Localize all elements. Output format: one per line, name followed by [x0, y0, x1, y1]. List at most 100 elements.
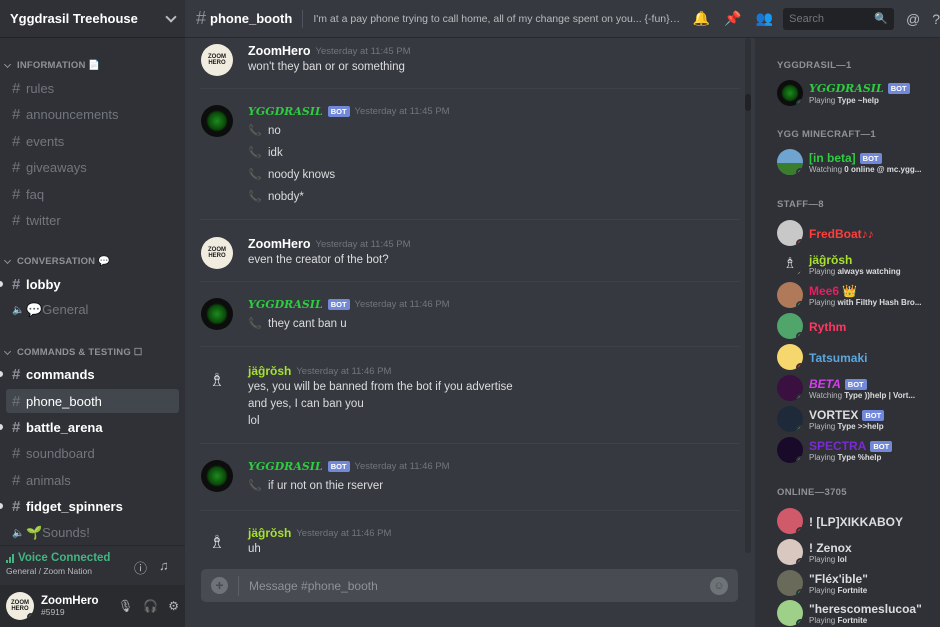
member-category: YGG MINECRAFT—1 [777, 129, 876, 140]
member-yggdrasil[interactable]: YGGDRASIL BOT Playing Type ~help [777, 80, 937, 108]
member-tatsumaki[interactable]: Tatsumaki [777, 344, 937, 372]
divider [302, 9, 304, 28]
member-xikkaboy[interactable]: ! [LP]XIKKABOY [777, 508, 937, 536]
member-activity: Playing Fortnite [809, 616, 868, 625]
avatar[interactable]: ♗ [201, 526, 233, 553]
mic-mute-icon[interactable]: 🎙 [118, 599, 133, 613]
info-icon[interactable]: ⓘ [134, 558, 147, 577]
member-rythm[interactable]: Rythm [777, 313, 937, 341]
avatar[interactable] [201, 460, 233, 492]
member-in-beta[interactable]: [in beta] BOT Watching 0 online @ mc.ygg.… [777, 149, 937, 177]
pin-icon[interactable]: 📌 [724, 10, 741, 27]
channel-events[interactable]: # events [6, 129, 179, 153]
member-herescomeslucoa[interactable]: "herescomeslucoa" Playing Fortnite [777, 600, 937, 627]
members-icon[interactable]: 👥 [756, 10, 773, 27]
member-zenox[interactable]: ! Zenox Playing lol [777, 539, 937, 567]
channel-fidget-spinners[interactable]: # fidget_spinners [0, 494, 179, 518]
avatar[interactable]: ZOOM HERO [6, 592, 34, 620]
message-author[interactable]: ZoomHero [248, 237, 311, 251]
scrollbar-thumb[interactable] [745, 94, 751, 111]
voice-channel-general[interactable]: 🔈 💬General [6, 298, 179, 322]
message-timestamp: Yesterday at 11:46 PM [354, 299, 450, 310]
channel-commands[interactable]: # commands [0, 362, 179, 386]
message-content: 📞 they cant ban u [248, 318, 347, 330]
hash-icon: # [12, 105, 21, 123]
chevron-down-icon [3, 60, 12, 69]
message-content: 📞 noody knows [248, 169, 336, 181]
channel-battle-arena[interactable]: # battle_arena [0, 415, 179, 439]
message-content: even the creator of the bot? [248, 254, 389, 266]
bot-badge: BOT [862, 409, 885, 421]
channel-animals[interactable]: # animals [6, 468, 179, 492]
avatar[interactable] [201, 105, 233, 137]
message-author[interactable]: ZoomHero [248, 44, 311, 58]
message-list: ZOOM HERO ZoomHero Yesterday at 11:45 PM w… [185, 38, 755, 553]
phone-icon: 📞 [248, 169, 262, 181]
message-input[interactable]: Message #phone_booth [249, 579, 710, 593]
channel-giveaways[interactable]: # giveaways [6, 155, 179, 179]
avatar[interactable] [201, 298, 233, 330]
avatar [777, 220, 803, 246]
member-spectra[interactable]: SPECTRA BOT Playing Type %help [777, 437, 937, 465]
channel-rules[interactable]: # rules [6, 76, 179, 100]
member-mee6[interactable]: Mee6 👑 Playing with Filthy Hash Bro... [777, 282, 937, 310]
scrollbar-track[interactable] [745, 38, 751, 553]
bot-badge: BOT [887, 83, 910, 94]
headphones-icon[interactable]: 🎧 [143, 599, 158, 613]
channel-lobby[interactable]: # lobby [0, 272, 179, 296]
channel-phone-booth[interactable]: # phone_booth [6, 389, 179, 413]
voice-channel-sounds[interactable]: 🔈 🌱Sounds! [6, 521, 179, 545]
message-timestamp: Yesterday at 11:46 PM [296, 365, 392, 377]
avatar [777, 539, 803, 565]
message-author[interactable]: YGGDRASIL [248, 460, 323, 473]
avatar [777, 313, 803, 339]
emoji-icon[interactable]: ☺ [710, 576, 728, 595]
status-online-indicator [796, 99, 803, 106]
at-icon[interactable]: @ [906, 11, 920, 27]
soundboard-icon[interactable]: ♫ [159, 558, 169, 573]
member-vortex[interactable]: VORTEX BOT Playing Type >>help [777, 406, 937, 434]
message-author[interactable]: YGGDRASIL [248, 105, 323, 118]
hash-icon: # [196, 8, 207, 28]
gear-icon[interactable]: ⚙ [168, 599, 179, 613]
message-author[interactable]: jäĝrŏsh [248, 526, 291, 540]
add-icon[interactable]: + [211, 577, 228, 594]
avatar[interactable]: ZOOM HERO [201, 44, 233, 76]
bell-icon[interactable]: 🔔 [693, 10, 710, 27]
phone-icon: 📞 [248, 147, 262, 159]
search-input[interactable]: Search 🔍 [783, 7, 894, 30]
member-beta[interactable]: BETA BOT Watching Type ))help | Vort... [777, 375, 937, 403]
message-content: 📞 no [248, 125, 281, 137]
hash-icon: # [12, 497, 21, 515]
channel-announcements[interactable]: # announcements [6, 102, 179, 126]
category-information[interactable]: INFORMATION 📄 [3, 60, 100, 71]
message-content: uh [248, 543, 261, 553]
message-author[interactable]: YGGDRASIL [248, 298, 323, 311]
avatar[interactable]: ZOOM HERO [201, 237, 233, 269]
message-content: 📞 idk [248, 147, 283, 159]
status-dnd-indicator [796, 239, 803, 246]
hash-icon: # [12, 418, 21, 436]
search-icon: 🔍 [874, 13, 888, 25]
member-flexible[interactable]: "Fléx'ible" Playing Fortnite [777, 570, 937, 598]
channel-faq[interactable]: # faq [6, 182, 179, 206]
member-jagrosh[interactable]: ♗ jäĝrŏsh Playing always watching [777, 251, 937, 279]
message-divider [200, 88, 740, 89]
phone-icon: 📞 [248, 480, 262, 492]
phone-icon: 📞 [248, 318, 262, 330]
channel-twitter[interactable]: # twitter [6, 208, 179, 232]
message-author[interactable]: jäĝrŏsh [248, 364, 291, 378]
category-commands-testing[interactable]: COMMANDS & TESTING ☐ [3, 347, 142, 358]
status-online-indicator [796, 332, 803, 339]
speaker-icon: 🔈 [12, 304, 25, 316]
member-activity: Playing always watching [809, 267, 901, 276]
guild-header[interactable]: Yggdrasil Treehouse [0, 0, 185, 38]
channel-topic[interactable]: I'm at a pay phone trying to call home, … [313, 13, 680, 25]
help-icon[interactable]: ? [932, 11, 940, 27]
category-conversation[interactable]: CONVERSATION 💬 [3, 256, 110, 267]
member-fredboat[interactable]: FredBoat♪♪ [777, 220, 937, 248]
avatar[interactable]: ♗ [201, 364, 233, 396]
avatar [777, 508, 803, 534]
message-composer[interactable]: + Message #phone_booth ☺ [201, 569, 738, 602]
channel-soundboard[interactable]: # soundboard [6, 441, 179, 465]
